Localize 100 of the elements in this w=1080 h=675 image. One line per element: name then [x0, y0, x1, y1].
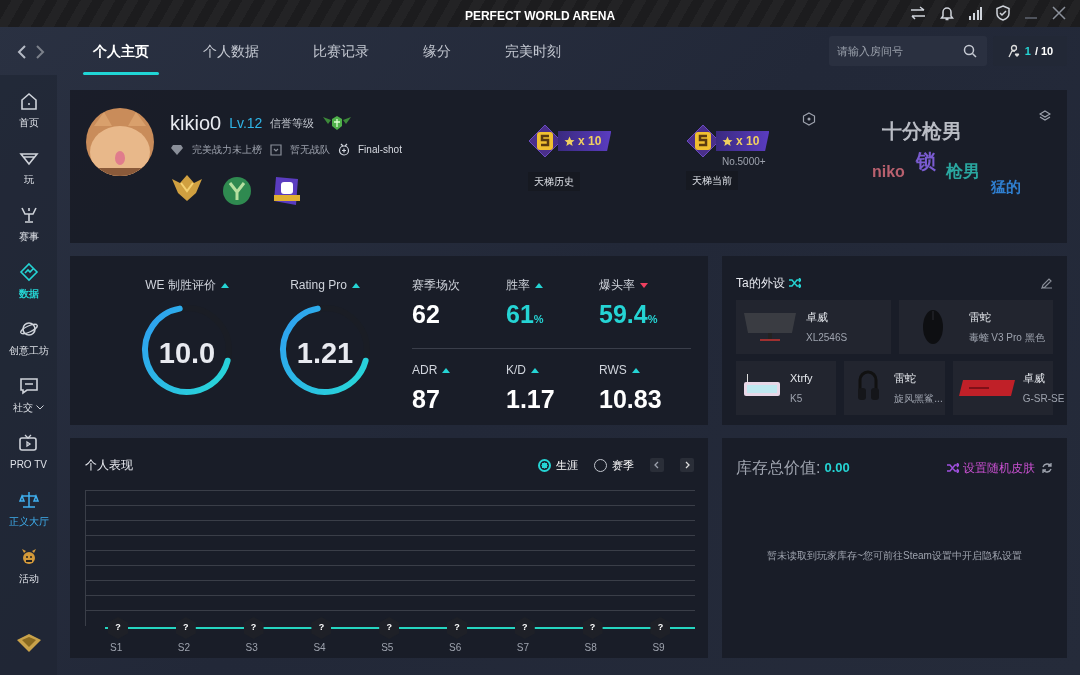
- trophy-icon: [18, 205, 39, 225]
- tv-icon: [18, 433, 39, 453]
- rating-label: Rating Pro: [290, 276, 360, 294]
- search-field[interactable]: 请输入房间号: [829, 36, 987, 66]
- window-title: PERFECT WORLD ARENA: [464, 8, 616, 25]
- season-label: S7: [516, 641, 530, 655]
- chat-icon: [18, 376, 39, 396]
- forward-icon: [35, 45, 45, 60]
- season-marker: ?: [175, 617, 196, 639]
- star-icon: [722, 135, 733, 147]
- signal-icon[interactable]: [968, 6, 982, 20]
- radio-option[interactable]: 生涯: [538, 456, 578, 474]
- section-title: 个人表现: [85, 457, 133, 474]
- ladder-caption: 天梯当前: [686, 171, 738, 190]
- season-label: S3: [245, 641, 258, 655]
- season-marker: ?: [243, 617, 264, 639]
- shuffle-icon[interactable]: [788, 278, 801, 288]
- nav-tab[interactable]: 完美时刻: [485, 27, 581, 75]
- season-label: S2: [177, 641, 191, 655]
- stat-label: 胜率: [506, 276, 599, 294]
- nav-tab[interactable]: 缘分: [403, 27, 471, 75]
- rating-label: WE 制胜评价: [145, 276, 229, 294]
- peripheral-model: 毒蝰 V3 Pro 黑色: [968, 330, 1045, 345]
- notification-icon[interactable]: [940, 5, 954, 21]
- season-marker: ?: [379, 617, 400, 639]
- inventory-label: 库存总价值:: [736, 458, 821, 478]
- back-icon: [17, 45, 27, 60]
- room-count-button[interactable]: 1 / 10: [993, 36, 1067, 66]
- refresh-icon[interactable]: [1041, 462, 1053, 474]
- chart-icon: [18, 262, 39, 282]
- credit-label: 信誉等级: [270, 115, 315, 131]
- star-count: x 10: [716, 131, 770, 151]
- peripheral-brand: 卓威: [806, 310, 829, 326]
- stat-value: 59.4%: [599, 302, 659, 327]
- season-marker: ?: [514, 617, 535, 639]
- season-label: S8: [584, 641, 597, 655]
- tag-word: 枪男: [946, 160, 982, 183]
- scale-icon: [18, 490, 39, 510]
- edit-icon[interactable]: [1041, 277, 1053, 289]
- stat-value: 61%: [506, 302, 545, 327]
- stat-label: RWS: [599, 361, 691, 379]
- radio-option[interactable]: 赛季: [594, 456, 634, 474]
- sidebar-item[interactable]: 创意工坊: [8, 319, 49, 362]
- peripheral-model: 旋风黑鲨...: [894, 391, 943, 406]
- close-icon[interactable]: [1052, 6, 1066, 20]
- season-label: S4: [313, 641, 326, 655]
- season-marker: ?: [447, 617, 467, 639]
- sidebar-item[interactable]: 首页: [18, 91, 39, 134]
- team-icon: [270, 143, 282, 156]
- stat-label: 爆头率: [599, 276, 691, 294]
- prev-icon[interactable]: [650, 458, 664, 472]
- sidebar-item[interactable]: 赛事: [18, 205, 39, 248]
- peripheral-brand: 雷蛇: [894, 371, 918, 387]
- sidebar-item[interactable]: 社交: [13, 376, 44, 419]
- tag-word: 猛的: [991, 176, 1023, 197]
- stat-label: K/D: [506, 361, 599, 379]
- sidebar-item[interactable]: 玩: [18, 148, 39, 191]
- season-marker: ?: [311, 617, 332, 639]
- sidebar-item[interactable]: 活动: [18, 547, 39, 590]
- sidebar-item[interactable]: PRO TV: [9, 433, 47, 476]
- stat-value: 10.83: [599, 387, 663, 412]
- season-label: S6: [449, 641, 462, 655]
- badge-icon: [338, 143, 350, 156]
- next-icon[interactable]: [680, 458, 694, 472]
- home-icon: [18, 91, 39, 111]
- tag-word: 十分枪男: [882, 119, 963, 144]
- layers-icon[interactable]: [1039, 110, 1051, 122]
- nav-tab[interactable]: 个人数据: [183, 27, 279, 75]
- peripheral-brand: 卓威: [1022, 371, 1046, 387]
- season-label: S5: [381, 641, 394, 655]
- team-text: 暂无战队: [290, 143, 330, 157]
- planet-icon: [18, 319, 39, 339]
- nav-tab[interactable]: 个人主页: [73, 27, 169, 75]
- stat-label: ADR: [412, 361, 506, 379]
- season-label: S1: [110, 641, 123, 655]
- stat-label: 赛季场次: [412, 277, 461, 294]
- swap-icon[interactable]: [910, 6, 926, 20]
- stat-value: 62: [412, 302, 441, 327]
- power-rank-text: 完美战力未上榜: [192, 143, 262, 157]
- level-text: Lv.12: [229, 113, 263, 133]
- sidebar-item[interactable]: 正义大厅: [8, 490, 49, 533]
- ladder-rank: No.5000+: [722, 155, 766, 169]
- tag-word: niko: [872, 162, 906, 182]
- star-count: x 10: [558, 131, 612, 151]
- star-icon: [564, 135, 575, 147]
- stat-value: 1.17: [506, 387, 556, 412]
- diamond-logo: [15, 633, 42, 653]
- ladder-caption: 天梯历史: [528, 172, 580, 191]
- username: kikio0: [170, 111, 222, 136]
- rating-value: 10.0: [158, 336, 216, 371]
- diamond-icon: [170, 143, 184, 156]
- sidebar-item[interactable]: 数据: [18, 262, 39, 305]
- settings-icon[interactable]: [802, 112, 816, 126]
- player-title: Final-shot: [358, 143, 402, 157]
- shuffle-icon: [947, 463, 959, 473]
- random-skin-button[interactable]: 设置随机皮肤: [947, 459, 1035, 477]
- person-heart-icon: [1006, 44, 1021, 58]
- nav-tab[interactable]: 比赛记录: [293, 27, 389, 75]
- tag-word: 锁: [915, 149, 937, 174]
- rating-value: 1.21: [296, 336, 354, 371]
